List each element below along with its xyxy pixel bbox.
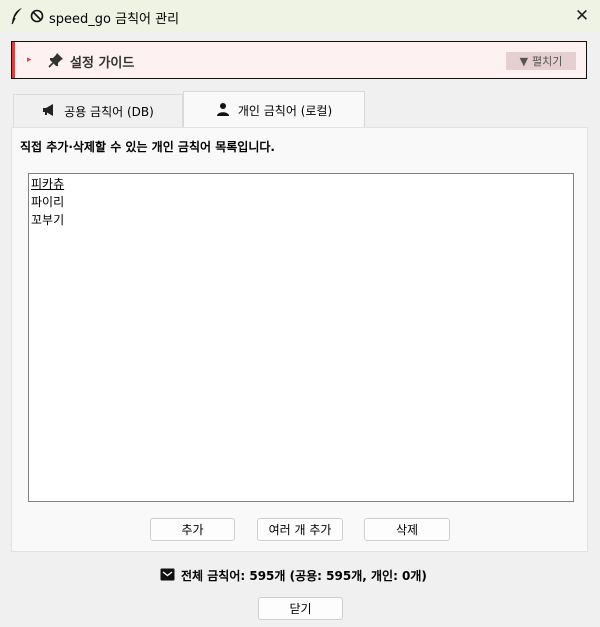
status-text: 전체 금칙어: 595개 (공용: 595개, 개인: 0개) — [181, 569, 427, 583]
person-icon — [216, 102, 230, 119]
panel-description: 직접 추가·삭제할 수 있는 개인 금칙어 목록입니다. — [20, 140, 275, 154]
title-bar: speed_go 금칙어 관리 ✕ — [0, 0, 600, 32]
tab-label: 공용 금칙어 (DB) — [64, 105, 154, 119]
feather-icon — [10, 7, 24, 28]
close-window-button[interactable]: ✕ — [564, 0, 600, 32]
window-title: speed_go 금칙어 관리 — [49, 12, 180, 27]
close-icon: ✕ — [574, 6, 590, 26]
delete-button[interactable]: 삭제 — [364, 518, 450, 541]
guide-title: 설정 가이드 — [70, 56, 135, 71]
personal-words-panel: 직접 추가·삭제할 수 있는 개인 금칙어 목록입니다. 피카츄 파이리 꼬부기… — [11, 127, 588, 552]
list-item[interactable]: 꼬부기 — [30, 211, 572, 229]
guide-accent-bar — [12, 42, 15, 78]
list-item[interactable]: 파이리 — [30, 193, 572, 211]
expand-arrow-icon: ▸ — [27, 55, 32, 65]
word-listbox[interactable]: 피카츄 파이리 꼬부기 — [28, 173, 574, 502]
expand-guide-button[interactable]: ▼ 펼치기 — [506, 52, 576, 70]
tab-personal-words[interactable]: 개인 금칙어 (로컬) — [183, 91, 365, 128]
expand-label: 펼치기 — [532, 55, 563, 68]
close-button[interactable]: 닫기 — [258, 597, 343, 620]
inbox-icon — [160, 568, 175, 584]
triangle-down-icon: ▼ — [519, 54, 529, 68]
prohibited-icon — [30, 9, 44, 26]
tab-public-words[interactable]: 공용 금칙어 (DB) — [13, 94, 183, 128]
add-multiple-button[interactable]: 여러 개 추가 — [257, 518, 343, 541]
pushpin-icon — [48, 52, 64, 71]
megaphone-icon — [42, 104, 56, 119]
add-button[interactable]: 추가 — [150, 518, 235, 541]
tab-label: 개인 금칙어 (로컬) — [237, 103, 333, 118]
total-count-status: 전체 금칙어: 595개 (공용: 595개, 개인: 0개) — [160, 567, 427, 584]
list-item[interactable]: 피카츄 — [30, 175, 572, 193]
settings-guide-panel[interactable]: ▸ 설정 가이드 ▼ 펼치기 — [11, 41, 587, 79]
